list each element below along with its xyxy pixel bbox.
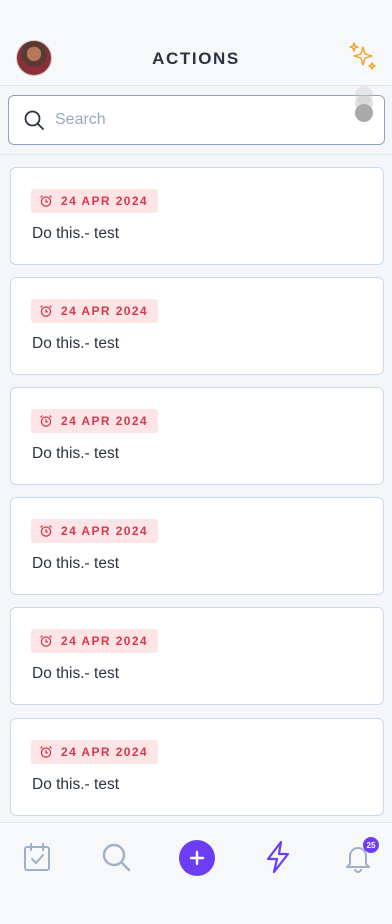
due-date: 24 APR 2024 [61,634,149,648]
sparkles-button[interactable] [346,40,378,72]
app-header: ACTIONS [0,0,392,86]
due-date-badge: 24 APR 2024 [31,519,158,543]
action-title: Do this.- test [32,555,119,572]
alarm-clock-icon [40,305,52,317]
due-date-badge: 24 APR 2024 [31,299,158,323]
action-title: Do this.- test [32,776,119,793]
action-card[interactable]: 24 APR 2024 Do this.- test [10,277,384,375]
page-title: ACTIONS [152,49,240,68]
bottom-nav: 25 [0,822,392,924]
search-box[interactable] [8,95,385,145]
action-card[interactable]: 24 APR 2024 Do this.- test [10,607,384,705]
notification-badge: 25 [363,837,379,853]
action-title: Do this.- test [32,225,119,242]
action-card[interactable]: 24 APR 2024 Do this.- test [10,718,384,816]
add-icon [189,850,205,866]
due-date: 24 APR 2024 [61,194,149,208]
lightning-icon [266,840,290,874]
due-date: 24 APR 2024 [61,304,149,318]
search-icon [24,110,44,130]
action-title: Do this.- test [32,445,119,462]
due-date-badge: 24 APR 2024 [31,629,158,653]
alarm-clock-icon [40,635,52,647]
due-date-badge: 24 APR 2024 [31,740,158,764]
due-date: 24 APR 2024 [61,414,149,428]
alarm-clock-icon [40,415,52,427]
actions-list: 24 APR 2024 Do this.- test 24 APR 2024 D… [0,154,392,822]
action-title: Do this.- test [32,335,119,352]
action-card[interactable]: 24 APR 2024 Do this.- test [10,167,384,265]
due-date: 24 APR 2024 [61,524,149,538]
action-card[interactable]: 24 APR 2024 Do this.- test [10,387,384,485]
action-card[interactable]: 24 APR 2024 Do this.- test [10,497,384,595]
alarm-clock-icon [40,525,52,537]
search-icon [102,843,131,872]
due-date: 24 APR 2024 [61,745,149,759]
alarm-clock-icon [40,746,52,758]
nav-tasks[interactable] [19,839,55,875]
scroll-handle[interactable] [354,86,374,126]
due-date-badge: 24 APR 2024 [31,409,158,433]
sparkles-icon [349,42,376,70]
nav-search[interactable] [98,839,134,875]
tasks-icon [24,843,50,871]
add-button[interactable] [179,840,215,876]
action-title: Do this.- test [32,665,119,682]
nav-actions[interactable] [260,839,296,875]
alarm-clock-icon [40,195,52,207]
nav-notifications[interactable]: 25 [340,837,379,875]
search-input[interactable] [55,96,345,144]
due-date-badge: 24 APR 2024 [31,189,158,213]
